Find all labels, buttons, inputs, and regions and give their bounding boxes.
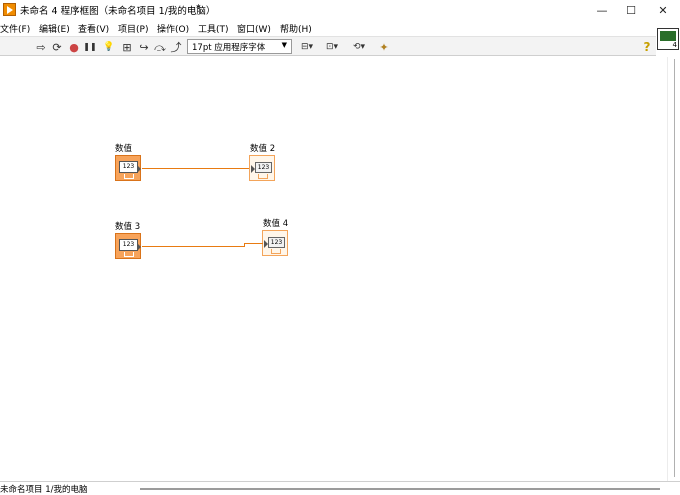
vi-icon-connector-pane[interactable]: 4 xyxy=(657,28,679,50)
numeric-display: 123 xyxy=(255,162,272,173)
labview-block-diagram-window: 未命名 4 程序框图（未命名项目 1/我的电脑） * — ☐ ✕ 文件(F) 编… xyxy=(0,0,680,495)
run-continuously-icon[interactable]: ⟳ xyxy=(50,40,64,54)
wire[interactable] xyxy=(244,243,263,244)
pause-icon[interactable]: ❚❚ xyxy=(83,40,97,54)
step-out-icon[interactable]: ⤴ xyxy=(169,40,183,54)
scroll-track xyxy=(674,59,675,477)
horizontal-scrollbar[interactable] xyxy=(140,488,660,490)
menu-operate[interactable]: 操作(O) xyxy=(157,22,189,35)
clean-up-diagram-icon[interactable]: ✦ xyxy=(377,40,391,54)
wire[interactable] xyxy=(142,246,244,247)
window-title: 未命名 4 程序框图（未命名项目 1/我的电脑） xyxy=(20,6,216,17)
terminal-base xyxy=(124,174,134,179)
menu-window[interactable]: 窗口(W) xyxy=(237,22,271,35)
run-arrow-icon[interactable]: ⇨ xyxy=(34,40,48,54)
node-label[interactable]: 数值 2 xyxy=(250,142,275,154)
terminal-base xyxy=(124,252,134,257)
toolbar: ⇨ ⟳ ● ❚❚ 💡 ⊞ ↪ ⤼ ⤴ 17pt 应用程序字体 ▼ ⊟▾ ⊡▾ ⟲… xyxy=(0,36,656,56)
reorder-icon[interactable]: ⟲▾ xyxy=(350,40,368,54)
status-bar: 未命名项目 1/我的电脑 xyxy=(0,481,680,495)
menu-bar: 文件(F) 编辑(E) 查看(V) 项目(P) 操作(O) 工具(T) 窗口(W… xyxy=(0,20,680,36)
block-diagram-canvas[interactable]: 数值 123 数值 2 123 数值 3 123 数值 4 123 xyxy=(0,57,667,481)
numeric-display: 123 xyxy=(119,161,138,173)
maximize-button[interactable]: ☐ xyxy=(616,0,646,20)
numeric-control-terminal[interactable]: 123 xyxy=(115,233,141,259)
highlight-execution-icon[interactable]: 💡 xyxy=(102,40,116,54)
vi-icon-graphic xyxy=(660,31,676,41)
numeric-indicator-terminal[interactable]: 123 xyxy=(262,230,288,256)
font-dropdown[interactable]: 17pt 应用程序字体 ▼ xyxy=(187,39,292,54)
numeric-control-terminal[interactable]: 123 xyxy=(115,155,141,181)
align-objects-icon[interactable]: ⊟▾ xyxy=(298,40,316,54)
output-arrow-icon xyxy=(137,165,141,173)
modified-marker: * xyxy=(196,3,201,14)
chevron-down-icon: ▼ xyxy=(281,41,287,49)
step-into-icon[interactable]: ↪ xyxy=(137,40,151,54)
close-button[interactable]: ✕ xyxy=(648,0,678,20)
node-label[interactable]: 数值 4 xyxy=(263,217,288,229)
title-bar: 未命名 4 程序框图（未命名项目 1/我的电脑） * — ☐ ✕ xyxy=(0,0,680,20)
context-help-icon[interactable]: ? xyxy=(640,40,654,54)
vertical-scrollbar[interactable] xyxy=(667,57,680,481)
menu-edit[interactable]: 编辑(E) xyxy=(39,22,70,35)
status-context: 未命名项目 1/我的电脑 xyxy=(0,485,88,495)
output-arrow-icon xyxy=(137,243,141,251)
menu-help[interactable]: 帮助(H) xyxy=(280,22,312,35)
font-dropdown-value: 17pt 应用程序字体 xyxy=(192,43,266,53)
node-label[interactable]: 数值 3 xyxy=(115,220,140,232)
terminal-base xyxy=(258,174,268,179)
menu-file[interactable]: 文件(F) xyxy=(0,22,30,35)
abort-icon[interactable]: ● xyxy=(67,40,81,54)
numeric-display: 123 xyxy=(268,237,285,248)
terminal-base xyxy=(271,249,281,254)
node-label[interactable]: 数值 xyxy=(115,142,132,154)
distribute-objects-icon[interactable]: ⊡▾ xyxy=(323,40,341,54)
labview-app-icon[interactable] xyxy=(3,3,16,16)
minimize-button[interactable]: — xyxy=(587,0,617,20)
menu-view[interactable]: 查看(V) xyxy=(78,22,109,35)
numeric-display: 123 xyxy=(119,239,138,251)
wire[interactable] xyxy=(142,168,249,169)
vi-icon-number: 4 xyxy=(672,41,677,49)
retain-wire-values-icon[interactable]: ⊞ xyxy=(120,40,134,54)
step-over-icon[interactable]: ⤼ xyxy=(153,40,167,54)
menu-tools[interactable]: 工具(T) xyxy=(198,22,229,35)
numeric-indicator-terminal[interactable]: 123 xyxy=(249,155,275,181)
menu-project[interactable]: 项目(P) xyxy=(118,22,148,35)
